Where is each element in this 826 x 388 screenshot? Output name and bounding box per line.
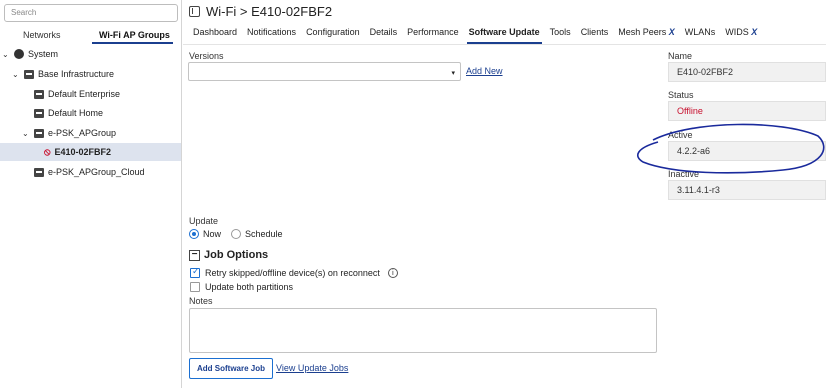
tab-wlans[interactable]: WLANs xyxy=(685,27,716,40)
tab-clients[interactable]: Clients xyxy=(581,27,609,40)
tree-item-epsk-apgroup[interactable]: ⌄ e-PSK_APGroup xyxy=(22,124,116,142)
tab-bar: Dashboard Notifications Configuration De… xyxy=(193,27,757,44)
page-header: Wi-Fi > E410-02FBF2 xyxy=(189,4,332,19)
view-update-jobs-link[interactable]: View Update Jobs xyxy=(276,363,348,373)
radio-schedule-label: Schedule xyxy=(245,229,283,239)
radio-schedule[interactable] xyxy=(231,229,242,239)
tab-notifications[interactable]: Notifications xyxy=(247,27,296,40)
tree-item-default-enterprise[interactable]: Default Enterprise xyxy=(34,85,120,103)
group-icon xyxy=(24,69,34,79)
collapse-icon[interactable]: − xyxy=(189,249,200,261)
update-label: Update xyxy=(189,216,219,226)
retry-option: Retry skipped/offline device(s) on recon… xyxy=(190,266,398,278)
collapse-sidebar-icon[interactable] xyxy=(189,6,200,17)
tab-wifi-ap-groups[interactable]: Wi-Fi AP Groups xyxy=(99,30,170,40)
tree-item-label: System xyxy=(28,49,59,59)
unavailable-icon: X xyxy=(751,27,758,37)
tree-item-base-infrastructure[interactable]: ⌄ Base Infrastructure xyxy=(12,65,114,83)
tree-item-label: Base Infrastructure xyxy=(38,69,115,79)
update-radio-group: Now Schedule xyxy=(189,229,283,239)
radio-now[interactable] xyxy=(189,229,199,239)
tab-wids[interactable]: WIDS X xyxy=(725,27,757,40)
chevron-down-icon[interactable]: ⌄ xyxy=(22,129,30,138)
tree-item-label: e-PSK_APGroup xyxy=(48,128,117,138)
notes-textarea[interactable] xyxy=(189,308,657,353)
versions-label: Versions xyxy=(189,51,224,61)
update-both-checkbox-label: Update both partitions xyxy=(205,282,294,292)
dropdown-arrow-icon: ▾ xyxy=(451,70,455,77)
chevron-down-icon[interactable]: ⌄ xyxy=(12,70,20,79)
tab-label: Mesh Peers xyxy=(618,27,667,37)
tab-label: WIDS xyxy=(725,27,749,37)
status-label: Status xyxy=(668,90,694,100)
group-icon xyxy=(34,128,44,138)
retry-checkbox-label: Retry skipped/offline device(s) on recon… xyxy=(205,268,380,278)
chevron-down-icon[interactable]: ⌄ xyxy=(2,50,10,59)
tree-item-system[interactable]: ⌄ System xyxy=(2,45,58,63)
tree-item-label: e-PSK_APGroup_Cloud xyxy=(48,167,145,177)
radio-now-label: Now xyxy=(203,229,222,239)
tab-tools[interactable]: Tools xyxy=(550,27,571,40)
add-software-job-button[interactable]: Add Software Job xyxy=(189,358,274,379)
tab-mesh-peers[interactable]: Mesh Peers X xyxy=(618,27,675,40)
tab-networks[interactable]: Networks xyxy=(23,30,61,40)
tab-configuration[interactable]: Configuration xyxy=(306,27,360,40)
group-icon xyxy=(34,167,44,177)
name-field: E410-02FBF2 xyxy=(668,62,826,82)
group-icon xyxy=(34,89,44,99)
tree-item-label: Default Home xyxy=(48,108,104,118)
main-panel: Wi-Fi > E410-02FBF2 Dashboard Notificati… xyxy=(183,0,826,388)
tab-performance[interactable]: Performance xyxy=(407,27,459,40)
info-icon[interactable]: i xyxy=(387,268,398,278)
search-input[interactable]: Search xyxy=(4,4,178,22)
add-new-link[interactable]: Add New xyxy=(466,66,503,76)
name-label: Name xyxy=(668,51,693,61)
update-both-option: Update both partitions xyxy=(190,282,293,292)
tab-software-update[interactable]: Software Update xyxy=(466,27,542,44)
unavailable-icon: X xyxy=(668,27,675,37)
tree-item-label: E410-02FBF2 xyxy=(54,147,112,157)
tab-dashboard[interactable]: Dashboard xyxy=(193,27,237,40)
job-options-title: Job Options xyxy=(204,249,269,261)
tab-details[interactable]: Details xyxy=(370,27,398,40)
tree-item-epsk-apgroup-cloud[interactable]: e-PSK_APGroup_Cloud xyxy=(34,163,145,181)
inactive-version-field: 3.11.4.1-r3 xyxy=(668,180,826,200)
tab-divider xyxy=(183,44,826,45)
annotation-circle xyxy=(637,123,825,174)
group-icon xyxy=(34,108,44,118)
tree-item-default-home[interactable]: Default Home xyxy=(34,104,103,122)
update-both-checkbox[interactable] xyxy=(190,282,200,292)
globe-icon xyxy=(14,49,24,59)
tree-item-ap-e410[interactable]: ⦸ E410-02FBF2 xyxy=(0,143,181,161)
tree-item-label: Default Enterprise xyxy=(48,89,121,99)
sidebar: Search Networks Wi-Fi AP Groups ⌄ System… xyxy=(0,0,182,388)
active-tab-indicator xyxy=(92,42,173,44)
notes-label: Notes xyxy=(189,296,213,306)
ap-offline-icon: ⦸ xyxy=(44,146,51,158)
versions-select[interactable]: ▾ xyxy=(188,62,461,81)
retry-checkbox[interactable] xyxy=(190,266,200,278)
job-options-section[interactable]: − Job Options xyxy=(189,249,268,261)
page-title: Wi-Fi > E410-02FBF2 xyxy=(206,4,333,19)
